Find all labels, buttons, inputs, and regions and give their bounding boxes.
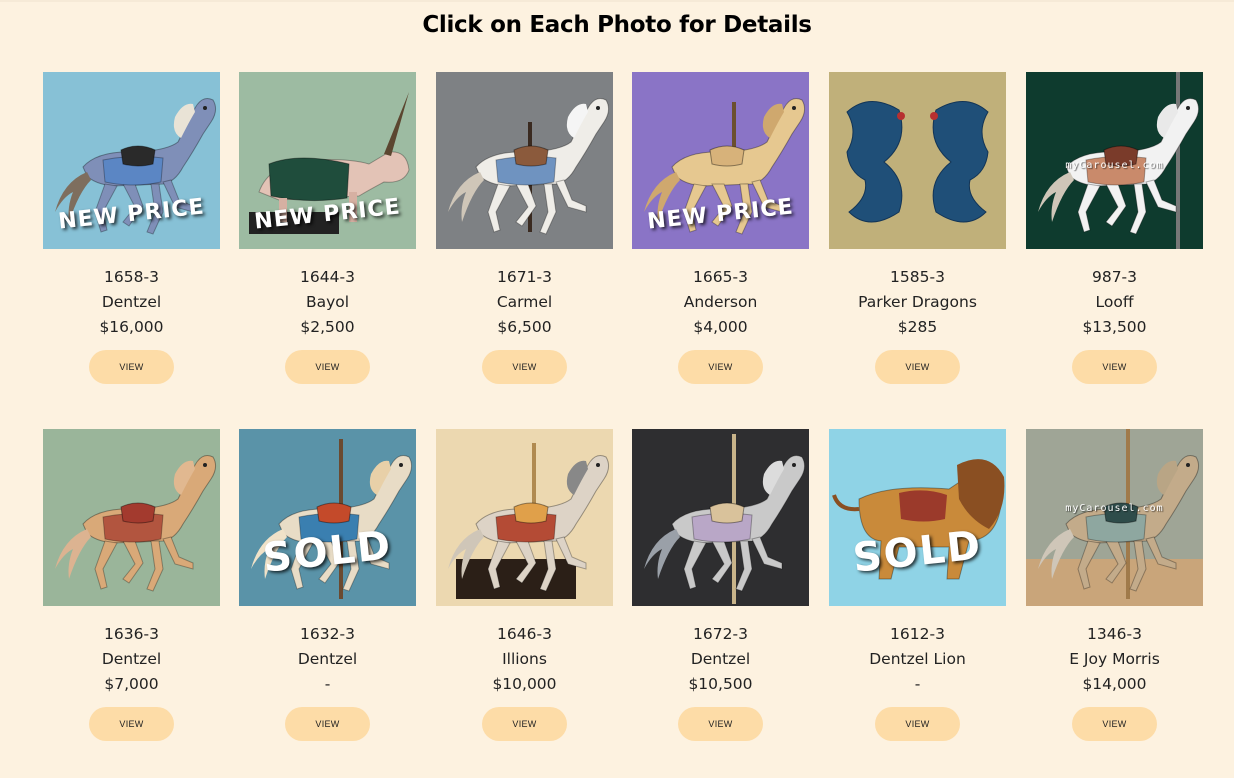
- product-photo[interactable]: NEW PRICE: [632, 72, 809, 249]
- product-price: $285: [897, 318, 938, 336]
- product-info: 1632-3 Dentzel -: [239, 622, 416, 697]
- view-button[interactable]: VIEW: [285, 350, 370, 384]
- product-price: -: [914, 675, 921, 693]
- product-price: $6,500: [497, 318, 552, 336]
- product-card: 1636-3 Dentzel $7,000 VIEW: [43, 429, 220, 741]
- view-button[interactable]: VIEW: [482, 350, 567, 384]
- view-button[interactable]: VIEW: [678, 350, 763, 384]
- product-info: 1644-3 Bayol $2,500: [239, 265, 416, 340]
- carousel-figure-image: [1026, 429, 1203, 606]
- product-maker: Dentzel: [690, 650, 751, 668]
- view-button[interactable]: VIEW: [89, 350, 174, 384]
- carousel-figure-image: [846, 101, 989, 223]
- product-id: 1346-3: [1087, 625, 1142, 643]
- product-info: 1585-3 Parker Dragons $285: [829, 265, 1006, 340]
- product-maker: Dentzel Lion: [869, 650, 966, 668]
- carousel-figure-image: [55, 455, 217, 592]
- product-card: myCarousel.com 1346-3 E Joy Morris $14,000 V…: [1026, 429, 1203, 741]
- product-price: $10,500: [688, 675, 753, 693]
- product-price: $2,500: [300, 318, 355, 336]
- product-card: SOLD 1612-3 Dentzel Lion - VIEW: [829, 429, 1006, 741]
- product-photo[interactable]: [436, 72, 613, 249]
- product-id: 1671-3: [497, 268, 552, 286]
- product-card: NEW PRICE 1644-3 Bayol $2,500 VIEW: [239, 72, 416, 384]
- product-card: NEW PRICE 1658-3 Dentzel $16,000 VIEW: [43, 72, 220, 384]
- view-button[interactable]: VIEW: [482, 707, 567, 741]
- product-maker: Anderson: [683, 293, 758, 311]
- product-photo[interactable]: NEW PRICE: [43, 72, 220, 249]
- view-button[interactable]: VIEW: [285, 707, 370, 741]
- view-button[interactable]: VIEW: [1072, 350, 1157, 384]
- product-card: 1585-3 Parker Dragons $285 VIEW: [829, 72, 1006, 384]
- product-id: 1644-3: [300, 268, 355, 286]
- product-maker: Dentzel: [297, 650, 358, 668]
- product-card: 1672-3 Dentzel $10,500 VIEW: [632, 429, 809, 741]
- product-photo[interactable]: myCarousel.com: [1026, 72, 1203, 249]
- product-id: 1665-3: [693, 268, 748, 286]
- product-id: 1646-3: [497, 625, 552, 643]
- view-button[interactable]: VIEW: [875, 350, 960, 384]
- view-button[interactable]: VIEW: [89, 707, 174, 741]
- product-maker: Parker Dragons: [858, 293, 977, 311]
- product-price: $13,500: [1082, 318, 1147, 336]
- watermark: myCarousel.com: [1065, 503, 1164, 514]
- product-photo[interactable]: [829, 72, 1006, 249]
- product-photo[interactable]: [43, 429, 220, 606]
- product-id: 1612-3: [890, 625, 945, 643]
- product-id: 1632-3: [300, 625, 355, 643]
- product-photo[interactable]: NEW PRICE: [239, 72, 416, 249]
- product-info: 1671-3 Carmel $6,500: [436, 265, 613, 340]
- product-info: 1346-3 E Joy Morris $14,000: [1026, 622, 1203, 697]
- product-info: 1646-3 Illions $10,000: [436, 622, 613, 697]
- product-id: 1658-3: [104, 268, 159, 286]
- product-maker: Bayol: [305, 293, 350, 311]
- product-maker: Dentzel: [101, 650, 162, 668]
- product-info: 1612-3 Dentzel Lion -: [829, 622, 1006, 697]
- product-price: $16,000: [99, 318, 164, 336]
- top-divider: [0, 0, 1234, 2]
- product-info: 1672-3 Dentzel $10,500: [632, 622, 809, 697]
- carousel-figure-image: [448, 443, 610, 599]
- product-card: NEW PRICE 1665-3 Anderson $4,000 VIEW: [632, 72, 809, 384]
- carousel-figure-image: [448, 98, 610, 235]
- product-maker: Illions: [502, 650, 547, 668]
- product-card: SOLD 1632-3 Dentzel - VIEW: [239, 429, 416, 741]
- product-photo[interactable]: [632, 429, 809, 606]
- view-button[interactable]: VIEW: [875, 707, 960, 741]
- product-photo[interactable]: SOLD: [829, 429, 1006, 606]
- product-photo[interactable]: SOLD: [239, 429, 416, 606]
- product-price: -: [324, 675, 331, 693]
- product-price: $14,000: [1082, 675, 1147, 693]
- product-id: 987-3: [1091, 268, 1138, 286]
- product-id: 1636-3: [104, 625, 159, 643]
- product-info: 1665-3 Anderson $4,000: [632, 265, 809, 340]
- product-photo[interactable]: [436, 429, 613, 606]
- watermark: myCarousel.com: [1065, 160, 1164, 171]
- product-maker: Carmel: [496, 293, 553, 311]
- product-card: myCarousel.com 987-3 Looff $13,500 VIEW: [1026, 72, 1203, 384]
- product-card: 1671-3 Carmel $6,500 VIEW: [436, 72, 613, 384]
- product-id: 1585-3: [890, 268, 945, 286]
- product-photo[interactable]: myCarousel.com: [1026, 429, 1203, 606]
- product-id: 1672-3: [693, 625, 748, 643]
- product-info: 987-3 Looff $13,500: [1026, 265, 1203, 340]
- product-maker: Looff: [1095, 293, 1134, 311]
- product-info: 1658-3 Dentzel $16,000: [43, 265, 220, 340]
- product-price: $4,000: [693, 318, 748, 336]
- carousel-figure-image: [644, 434, 806, 604]
- product-price: $7,000: [104, 675, 159, 693]
- view-button[interactable]: VIEW: [678, 707, 763, 741]
- product-maker: Dentzel: [101, 293, 162, 311]
- page-title: Click on Each Photo for Details: [422, 12, 812, 38]
- product-price: $10,000: [492, 675, 557, 693]
- product-maker: E Joy Morris: [1069, 650, 1160, 668]
- product-info: 1636-3 Dentzel $7,000: [43, 622, 220, 697]
- view-button[interactable]: VIEW: [1072, 707, 1157, 741]
- product-card: 1646-3 Illions $10,000 VIEW: [436, 429, 613, 741]
